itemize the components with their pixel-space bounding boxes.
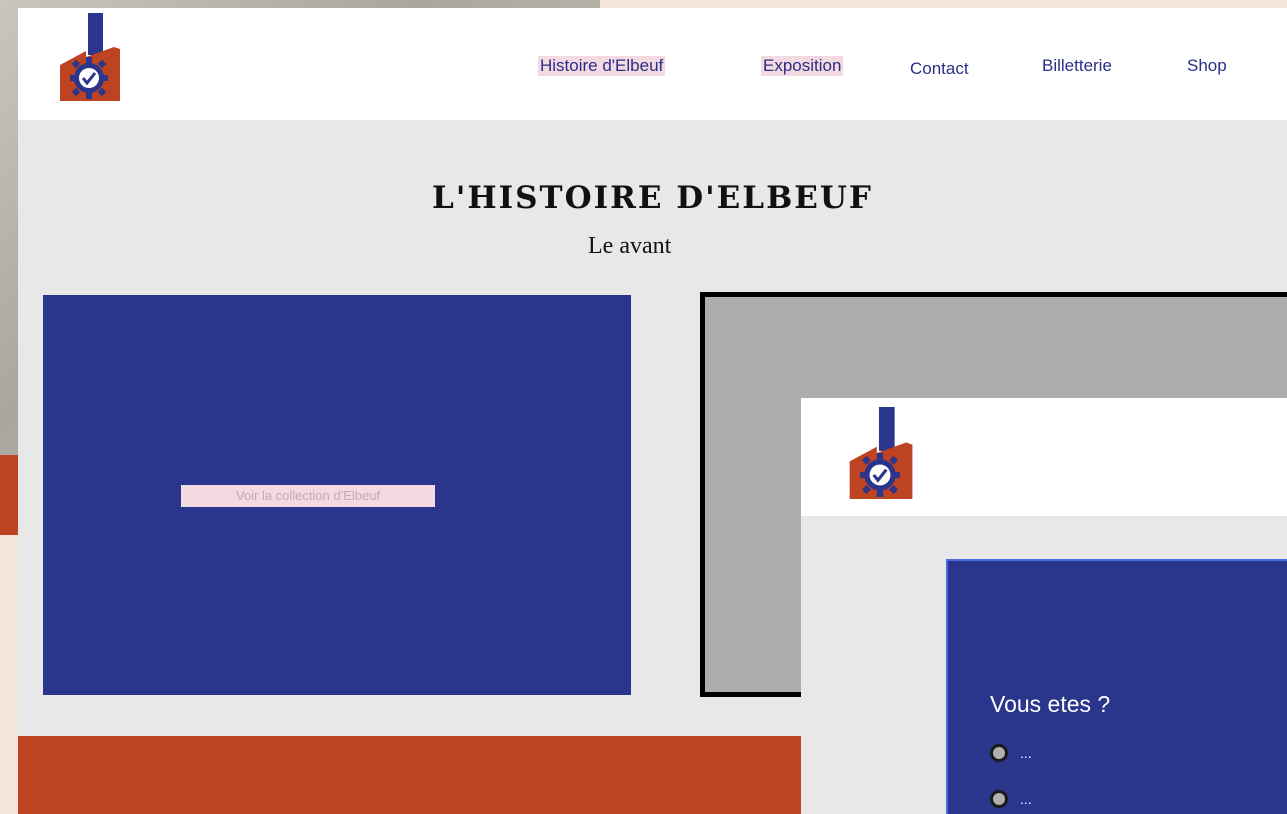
page-subtitle: Le avant — [588, 233, 672, 259]
page-title: L'HISTOIRE D'ELBEUF — [432, 180, 873, 216]
background-red-strip — [0, 455, 20, 535]
survey-question: Vous etes ? — [990, 691, 1111, 717]
nav-item-contact[interactable]: Contact — [910, 59, 969, 83]
survey-option[interactable]: ... — [990, 787, 1032, 811]
radio-button-icon[interactable] — [990, 790, 1008, 808]
survey-option[interactable]: ... — [990, 741, 1032, 765]
survey-window: Vous etes ? ... ... — [801, 398, 1287, 814]
nav-item-label: Billetterie — [1042, 56, 1112, 75]
nav-item-label: Shop — [1187, 56, 1227, 75]
nav-item-label: Exposition — [761, 56, 844, 76]
nav-item-label: Contact — [910, 59, 969, 78]
survey-header — [801, 398, 1287, 516]
collection-card[interactable]: Voir la collection d'Elbeuf — [43, 295, 631, 695]
nav-item-label: Histoire d'Elbeuf — [538, 56, 666, 76]
factory-logo-icon[interactable] — [56, 13, 122, 101]
survey-option-label: ... — [1020, 745, 1032, 761]
nav-item-exposition[interactable]: Exposition — [761, 56, 844, 80]
radio-button-icon[interactable] — [990, 744, 1008, 762]
nav-item-billetterie[interactable]: Billetterie — [1042, 56, 1112, 80]
nav-item-shop[interactable]: Shop — [1187, 56, 1227, 80]
nav-item-histoire[interactable]: Histoire d'Elbeuf — [538, 56, 666, 80]
survey-card: Vous etes ? ... ... — [946, 559, 1287, 814]
survey-option-label: ... — [1020, 791, 1032, 807]
factory-logo-icon[interactable] — [845, 407, 915, 499]
site-header: Histoire d'Elbeuf Exposition Contact Bil… — [18, 8, 1287, 120]
collection-card-button[interactable]: Voir la collection d'Elbeuf — [181, 485, 435, 507]
